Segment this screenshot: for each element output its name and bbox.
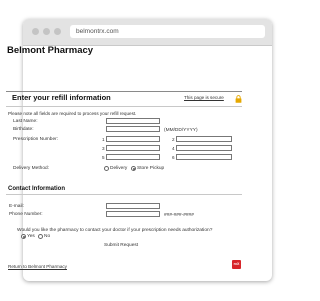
no-radio[interactable] xyxy=(38,234,43,239)
last-name-label: Last Name: xyxy=(13,119,38,124)
secure-page-link[interactable]: This page is secure xyxy=(184,95,224,100)
rx-number-6: 6 xyxy=(172,155,175,160)
delivery-method-label: Delivery Method: xyxy=(13,166,49,171)
last-name-field[interactable] xyxy=(106,118,160,124)
rx-number-4: 4 xyxy=(172,146,175,151)
address-bar[interactable]: belmontrx.com xyxy=(70,25,265,38)
brand-logo: rxX xyxy=(232,260,241,269)
rx-field-2[interactable] xyxy=(176,136,232,142)
delivery-radio[interactable] xyxy=(104,166,109,171)
birthdate-label: Birthdate: xyxy=(13,127,34,132)
rx-field-3[interactable] xyxy=(106,145,160,151)
return-link[interactable]: Return to Belmont Pharmacy xyxy=(8,264,67,269)
contact-section-title: Contact Information xyxy=(8,186,65,192)
rx-number-1: 1 xyxy=(102,137,105,142)
rx-number-5: 5 xyxy=(102,155,105,160)
required-fields-note: Please note all fields are required to p… xyxy=(8,111,137,116)
birthdate-format-hint: (MM/DD/YYYY) xyxy=(164,128,198,133)
contact-doctor-question: Would you like the pharmacy to contact y… xyxy=(17,228,213,233)
browser-toolbar: belmontrx.com xyxy=(23,19,272,46)
store-pickup-radio[interactable] xyxy=(131,166,136,171)
phone-label: Phone Number: xyxy=(9,212,43,217)
rx-number-3: 3 xyxy=(102,146,105,151)
email-field[interactable] xyxy=(106,203,160,209)
phone-field[interactable] xyxy=(106,211,160,217)
birthdate-field[interactable] xyxy=(106,126,160,132)
rx-field-4[interactable] xyxy=(176,145,232,151)
lock-icon xyxy=(235,95,242,103)
window-dot[interactable] xyxy=(54,28,61,35)
rx-number-2: 2 xyxy=(172,137,175,142)
yes-option-label: Yes xyxy=(27,234,35,239)
rx-field-5[interactable] xyxy=(106,154,160,160)
email-label: E-mail: xyxy=(9,204,24,209)
refill-section-title: Enter your refill information xyxy=(12,93,111,102)
no-option-label: No xyxy=(44,234,51,239)
prescription-label: Prescription Number: xyxy=(13,137,59,142)
window-dot[interactable] xyxy=(43,28,50,35)
rx-field-1[interactable] xyxy=(106,136,160,142)
yes-radio[interactable] xyxy=(21,234,26,239)
delivery-option-label: Delivery xyxy=(110,166,128,171)
contact-divider xyxy=(6,194,242,195)
window-dot[interactable] xyxy=(32,28,39,35)
submit-request-button[interactable]: Submit Request xyxy=(104,243,138,248)
phone-format-hint: ###-###-#### xyxy=(164,213,194,218)
store-pickup-option-label: Store Pickup xyxy=(137,166,165,171)
page-title: Belmont Pharmacy xyxy=(7,45,94,56)
rx-field-6[interactable] xyxy=(176,154,232,160)
